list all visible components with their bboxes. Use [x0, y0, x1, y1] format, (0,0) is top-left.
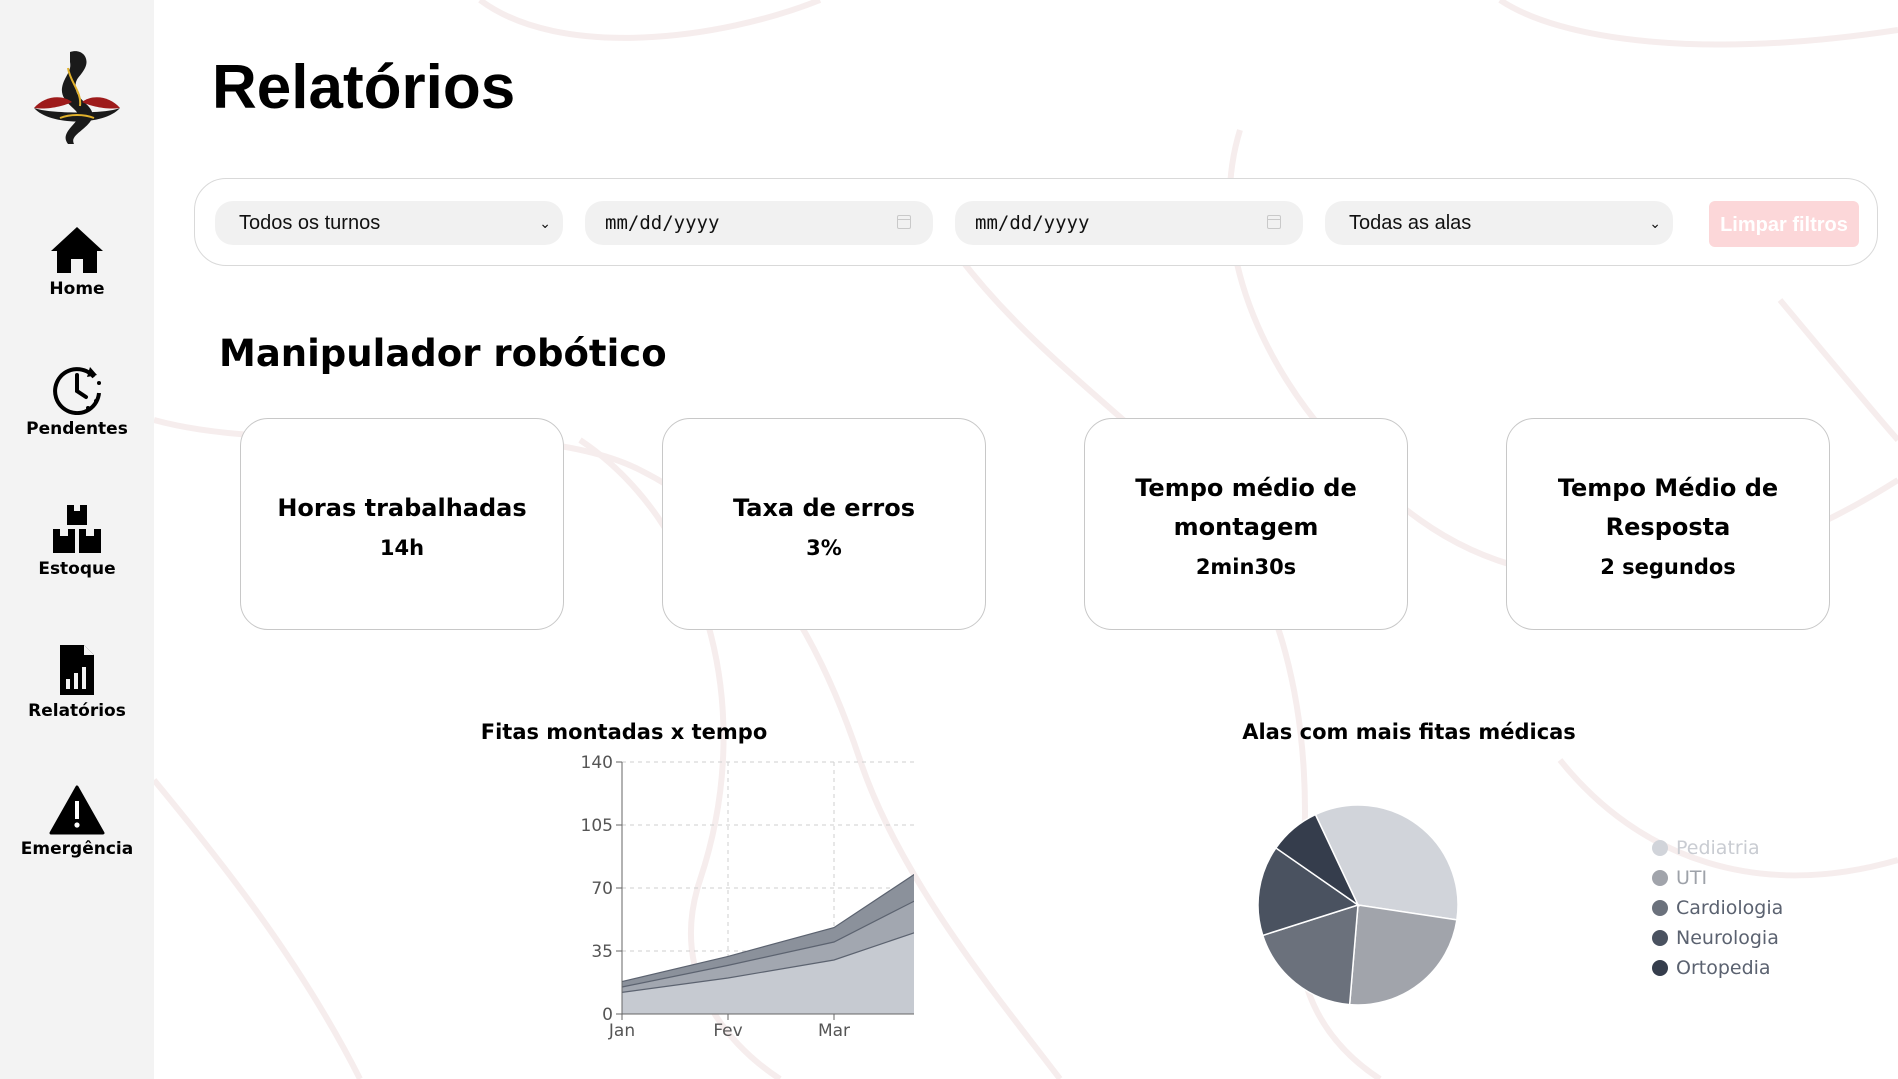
card-value: 14h — [379, 535, 425, 560]
clock-icon — [53, 367, 101, 415]
legend-marker — [1652, 870, 1668, 886]
sidebar-item-relatorios[interactable]: Relatórios — [0, 643, 154, 721]
page-title: Relatórios — [212, 53, 516, 122]
start-date-placeholder: mm/dd/yyyy — [605, 212, 720, 234]
metric-card-error-rate: Taxa de erros 3% — [662, 418, 986, 630]
metric-card-response-time: Tempo Médio de Resposta 2 segundos — [1506, 418, 1830, 630]
legend-marker — [1652, 840, 1668, 856]
calendar-icon[interactable] — [1267, 215, 1281, 229]
legend-label[interactable]: Pediatria — [1676, 837, 1760, 859]
shift-select-value: Todos os turnos — [239, 212, 381, 234]
card-value: 3% — [806, 535, 842, 560]
main-content: Relatórios Todos os turnos ⌄ mm/dd/yyyy … — [154, 0, 1898, 1079]
filter-bar: Todos os turnos ⌄ mm/dd/yyyy mm/dd/yyyy … — [194, 178, 1878, 266]
card-value: 2 segundos — [1600, 555, 1736, 579]
legend-marker — [1652, 930, 1668, 946]
start-date-input[interactable]: mm/dd/yyyy — [585, 201, 933, 245]
metric-card-hours: Horas trabalhadas 14h — [240, 418, 564, 630]
x-tick-label: Jan — [608, 1021, 635, 1041]
pie-chart-title: Alas com mais fitas médicas — [1242, 720, 1576, 744]
area-chart: 03570105140JanFevMarAbrMai — [581, 753, 914, 1041]
sidebar-item-pendentes[interactable]: Pendentes — [0, 363, 154, 439]
clear-filters-button[interactable]: Limpar filtros — [1709, 201, 1859, 247]
y-tick-label: 105 — [581, 816, 613, 836]
area-chart-title: Fitas montadas x tempo — [480, 720, 768, 744]
legend-label[interactable]: Neurologia — [1676, 927, 1779, 949]
sidebar-item-label: Emergência — [20, 839, 134, 859]
legend-marker — [1652, 900, 1668, 916]
legend-marker — [1652, 960, 1668, 976]
section-title: Manipulador robótico — [219, 332, 667, 375]
boxes-icon — [53, 505, 101, 553]
sidebar-item-emergencia[interactable]: Emergência — [0, 785, 154, 859]
sidebar-item-label: Relatórios — [28, 701, 126, 721]
chevron-down-icon: ⌄ — [539, 215, 551, 231]
shift-select[interactable]: Todos os turnos ⌄ — [215, 201, 563, 245]
x-tick-label: Mar — [818, 1021, 850, 1041]
metric-card-assembly-time: Tempo médio de montagem 2min30s — [1084, 418, 1408, 630]
ward-select-value: Todas as alas — [1349, 212, 1472, 234]
chevron-down-icon: ⌄ — [1649, 215, 1661, 231]
card-title: Taxa de erros — [732, 493, 916, 522]
sidebar-item-label: Pendentes — [26, 419, 128, 439]
warning-icon — [49, 785, 105, 835]
legend-label[interactable]: UTI — [1676, 867, 1707, 889]
y-tick-label: 35 — [591, 942, 613, 962]
legend-label[interactable]: Cardiologia — [1676, 897, 1783, 919]
legend-label[interactable]: Ortopedia — [1676, 957, 1771, 979]
end-date-input[interactable]: mm/dd/yyyy — [955, 201, 1303, 245]
card-title: Tempo Médio de Resposta — [1557, 474, 1779, 541]
sidebar-item-label: Home — [49, 279, 105, 299]
card-title: Horas trabalhadas — [277, 493, 527, 522]
card-title: Tempo médio de montagem — [1135, 474, 1357, 541]
sidebar-item-estoque[interactable]: Estoque — [0, 503, 154, 579]
calendar-icon[interactable] — [897, 215, 911, 229]
ward-select[interactable]: Todas as alas ⌄ — [1325, 201, 1673, 245]
end-date-placeholder: mm/dd/yyyy — [975, 212, 1090, 234]
sidebar: Home Pendentes Estoque Relatórios Emergê… — [0, 0, 154, 1079]
sidebar-item-home[interactable]: Home — [0, 225, 154, 299]
sidebar-item-label: Estoque — [38, 559, 116, 579]
y-tick-label: 140 — [581, 753, 613, 773]
app-logo[interactable] — [30, 48, 124, 146]
x-tick-label: Fev — [713, 1021, 742, 1041]
y-tick-label: 70 — [591, 879, 613, 899]
card-value: 2min30s — [1195, 555, 1297, 579]
report-icon — [60, 645, 94, 695]
pie-slice-uti[interactable] — [1348, 904, 1458, 1006]
home-icon — [51, 227, 103, 273]
pie-chart: Pediatria UTI Cardiologia Neurologia Ortoped… — [1257, 804, 1783, 1006]
